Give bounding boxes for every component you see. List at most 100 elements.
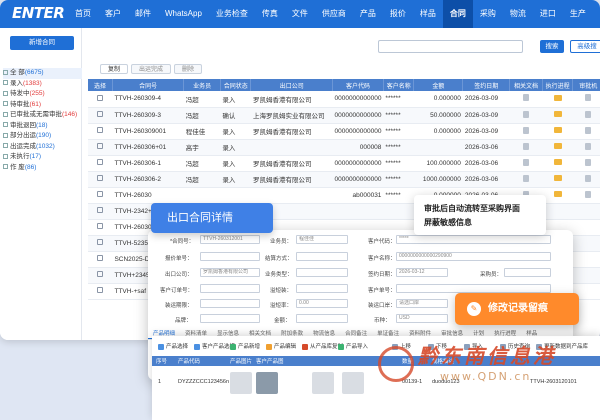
column-header[interactable]: 客户代码 [332,79,384,91]
product-tool-button[interactable]: 产品选择 [158,342,188,350]
column-header[interactable]: 签约日期 [462,79,511,91]
ship-date-input[interactable] [200,299,260,308]
nav-item[interactable]: 报价 [383,0,413,28]
new-contract-button[interactable]: 新增合同 [10,36,74,50]
approval-icon[interactable] [585,126,592,134]
currency-select[interactable]: USD [396,314,448,323]
contract-no-input[interactable]: TTVH-260312001 [200,235,260,244]
sidebar-item[interactable]: 部分出运(190) [3,131,82,142]
sidebar-item[interactable]: 录入(1383) [3,79,82,90]
nav-item[interactable]: 合同 [442,0,473,28]
salesperson-select[interactable]: 程佳佳 [296,235,348,244]
column-header[interactable]: 相关文档 [509,79,543,91]
table-row[interactable]: TTVH-260309-4 冯超 录入 罗凯姆香港有限公司 0000000000000 *… [88,91,600,108]
nav-item[interactable]: 客户 [98,0,128,28]
quote-no-input[interactable] [200,252,260,261]
customer-order-input[interactable] [200,284,260,293]
checkbox[interactable] [97,207,104,213]
checkbox[interactable] [97,94,104,101]
nav-item[interactable]: 物流 [503,0,533,28]
checkbox[interactable] [97,143,104,149]
sidebar-item[interactable]: 出运完成(1032) [3,142,82,153]
sign-date-input[interactable]: 2026-03-12 [396,268,448,277]
sidebar-item[interactable]: 作 废(86) [3,163,82,174]
table-row[interactable]: TTVH-260306-1 冯超 录入 罗凯姆香港有限公司 0000000000000 *… [88,155,600,172]
product-tool-button[interactable]: 产品导入 [338,342,368,350]
folder-icon[interactable] [553,175,562,181]
overshort-input[interactable] [296,284,348,293]
nav-item[interactable]: 生产 [563,0,593,28]
product-column-header[interactable]: 客户产品图 [256,357,284,365]
table-row[interactable]: TTVH-260309001 程佳佳 录入 罗凯姆香港有限公司 000000000000… [88,123,600,140]
column-header[interactable]: 合同号 [112,79,185,91]
table-row[interactable]: TTVH-260309-3 冯超 确认 上海罗凯姆实业有限公司 000000000000… [88,107,600,124]
approval-icon[interactable] [585,94,592,102]
purchaser-select[interactable] [504,268,551,277]
column-header[interactable]: 执行进程 [542,79,574,91]
toolbar-button[interactable]: 出运完成 [131,64,172,74]
customer-product-image[interactable] [256,372,278,394]
column-header[interactable]: 客户名称 [383,79,415,91]
nav-item[interactable]: 业务检查 [209,0,255,28]
document-icon[interactable] [523,94,530,102]
folder-icon[interactable] [553,127,562,133]
sidebar-item[interactable]: 全 部(6675) [3,68,82,79]
sidebar-item[interactable]: 未执行(17) [3,152,82,163]
product-tool-button[interactable]: 产品新增 [230,342,260,350]
export-company-select[interactable]: 罗凯姆香港有限公司 [200,268,260,277]
product-tool-button[interactable]: 从产品库复制 [302,342,343,350]
nav-item[interactable]: WhatsApp [158,0,209,28]
brand-logo[interactable]: ENTER [12,4,65,24]
product-tool-button[interactable]: 产品编辑 [266,342,296,350]
nav-item[interactable]: 进口 [533,0,563,28]
checkbox[interactable] [97,223,104,229]
folder-icon[interactable] [553,159,562,165]
column-header[interactable]: 出口公司 [250,79,333,91]
document-icon[interactable] [523,158,530,166]
sidebar-item[interactable]: 待审批(61) [3,100,82,111]
approval-icon[interactable] [585,158,592,166]
settlement-select[interactable] [296,252,348,261]
table-row[interactable]: TTVH-260306-2 冯超 录入 罗凯姆香港有限公司 0000000000000 *… [88,171,600,188]
document-icon[interactable] [523,174,530,182]
product-column-header[interactable]: 产品代码 [178,357,200,365]
approval-icon[interactable] [585,174,592,182]
nav-item[interactable]: 供应商 [315,0,353,28]
business-type-select[interactable] [296,268,348,277]
customer-code-input[interactable]: ***** [396,235,551,244]
toolbar-button[interactable]: 复制 [100,64,129,74]
product-column-header[interactable]: 产品图片 [230,357,252,365]
folder-icon[interactable] [553,94,562,101]
checkbox[interactable] [97,287,104,293]
nav-item[interactable]: 文件 [285,0,315,28]
customer-po-input[interactable] [396,284,551,293]
checkbox[interactable] [97,271,104,277]
nav-item[interactable]: 邮件 [128,0,158,28]
document-icon[interactable] [523,110,530,118]
checkbox[interactable] [97,159,104,165]
column-header[interactable]: 业务员 [183,79,221,91]
approval-icon[interactable] [585,190,592,198]
document-icon[interactable] [523,142,530,150]
folder-icon[interactable] [553,143,562,149]
nav-item[interactable]: 采购 [473,0,503,28]
column-header[interactable]: 选择 [88,79,113,91]
sidebar-item[interactable]: 待发中(255) [3,89,82,100]
sidebar-item[interactable]: 审批退回(18) [3,121,82,132]
search-button[interactable]: 搜索 [540,40,564,53]
checkbox[interactable] [97,191,104,197]
column-header[interactable]: 合同状态 [220,79,252,91]
folder-icon[interactable] [553,191,562,197]
checkbox[interactable] [97,175,104,181]
customer-name-input[interactable]: 0000000000000290900 [396,252,551,261]
product-column-header[interactable]: 序号 [156,357,167,365]
checkbox[interactable] [97,111,104,117]
checkbox[interactable] [97,255,104,261]
column-header[interactable]: 金额 [413,79,464,91]
document-icon[interactable] [523,126,530,134]
overshort-rate-input[interactable]: 0.00 [296,299,348,308]
checkbox[interactable] [97,239,104,245]
nav-item[interactable]: 首页 [68,0,98,28]
amount-input[interactable] [296,314,348,323]
search-input[interactable] [378,40,523,53]
